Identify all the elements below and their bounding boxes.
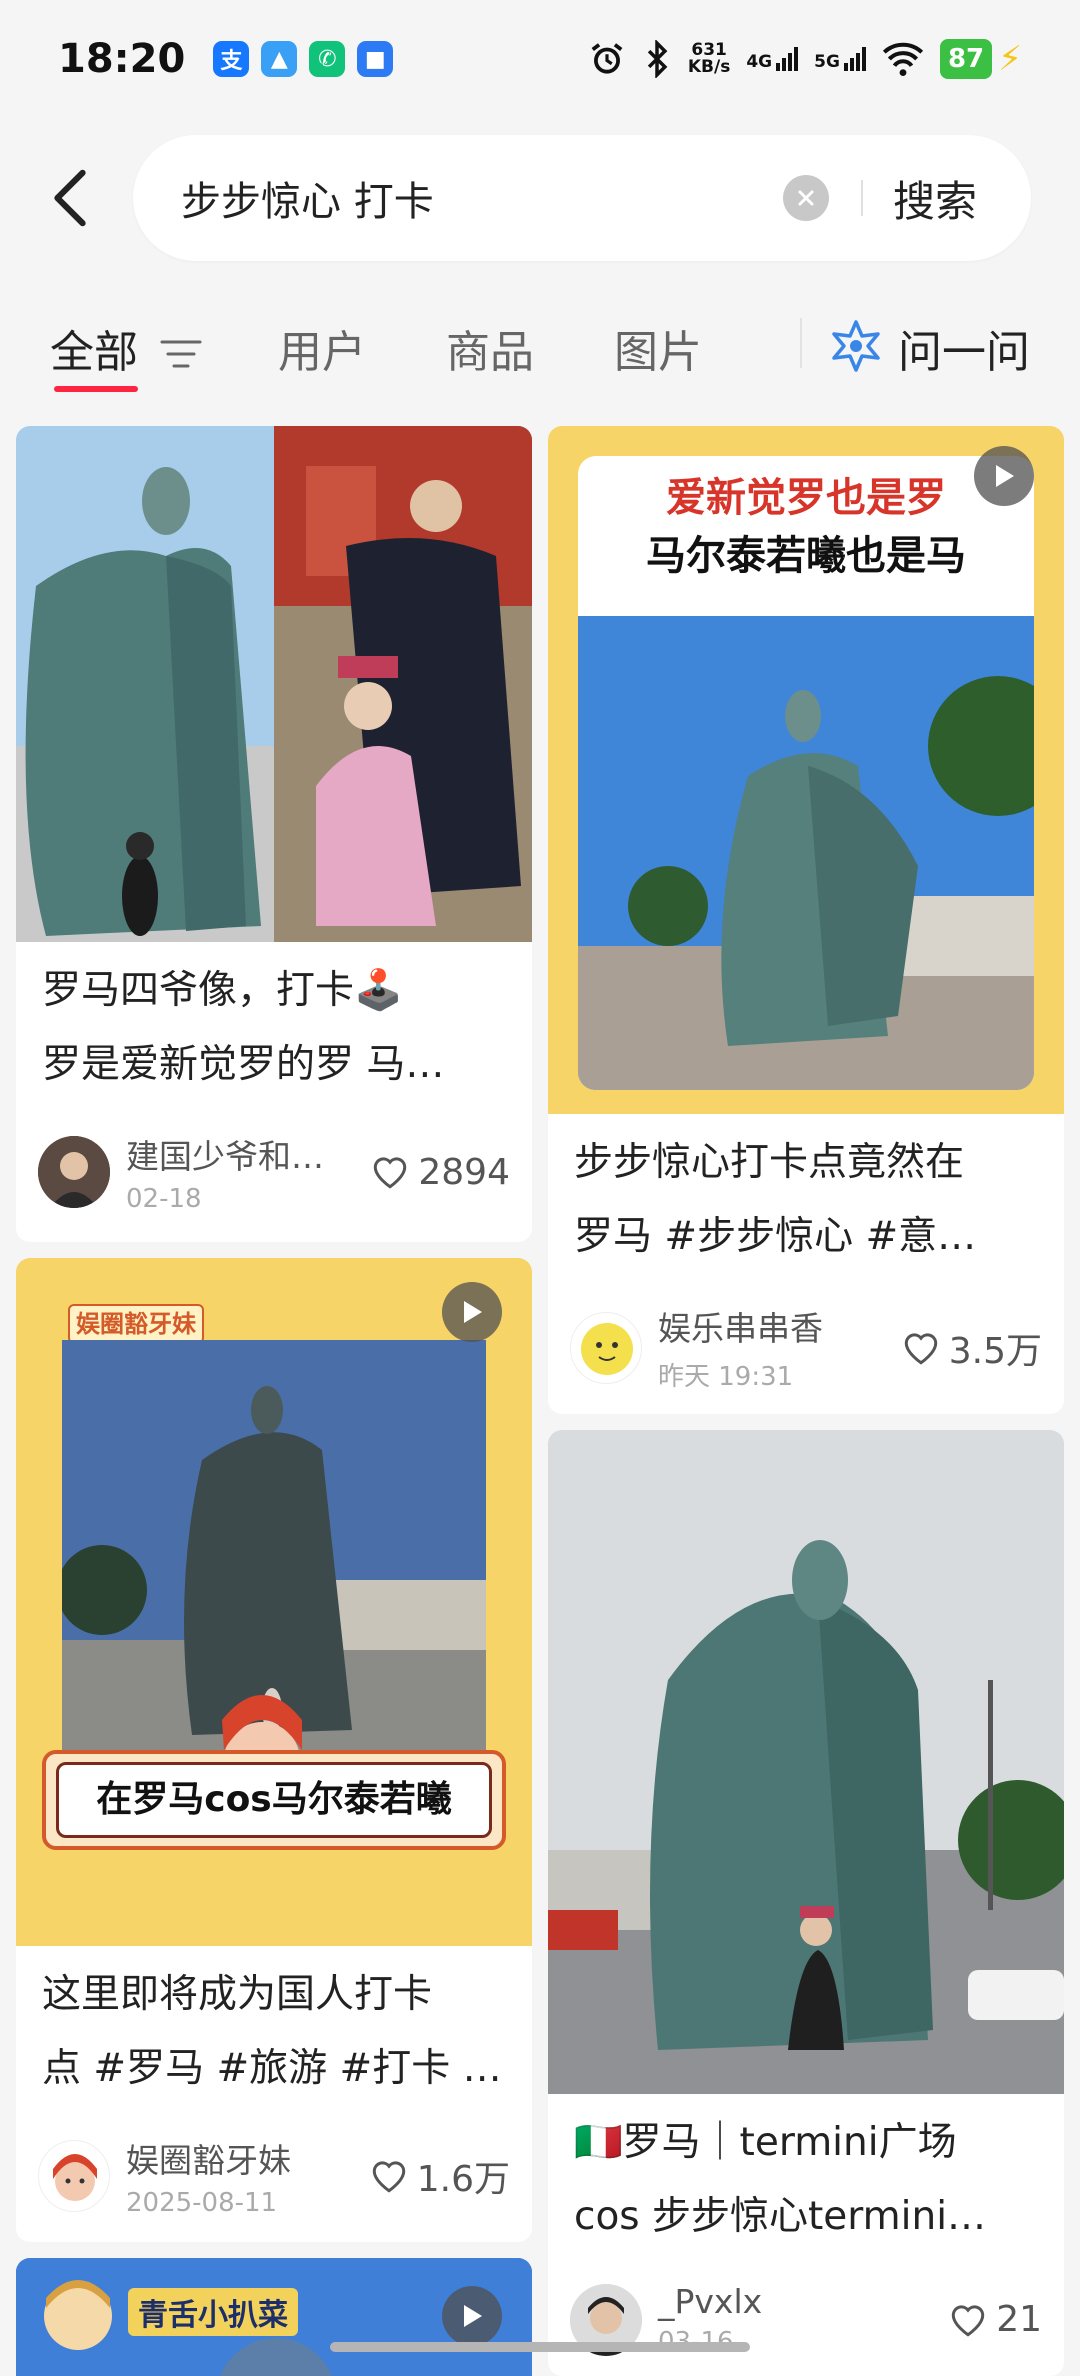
image-caption-line2: 马尔泰若曦也是马	[646, 533, 966, 579]
search-input[interactable]: 步步惊心 打卡 搜索	[133, 135, 1031, 261]
video-play-button[interactable]	[442, 1282, 502, 1342]
note-card[interactable]: 爱新觉罗也是罗 马尔泰若曦也是马 步步惊心打卡点竟然在 罗马 #步步惊心 #意…	[548, 426, 1064, 1414]
filter-tabs: 全部 用户 商品 图片 问一问	[0, 296, 1080, 396]
tab-users[interactable]: 用户	[278, 316, 366, 380]
like-button[interactable]: 21	[948, 2299, 1042, 2340]
avatar[interactable]	[38, 2140, 110, 2212]
author-name[interactable]: 娱圈豁牙妹	[126, 2134, 291, 2182]
search-divider	[861, 180, 863, 216]
heart-icon	[372, 2161, 405, 2193]
note-title: 步步惊心打卡点竟然在 罗马 #步步惊心 #意…	[574, 1140, 977, 1259]
heart-icon	[374, 1157, 407, 1189]
tab-all[interactable]: 全部	[50, 316, 138, 380]
home-indicator[interactable]	[330, 2342, 750, 2352]
tab-products[interactable]: 商品	[446, 316, 534, 380]
network-speed: 631 KB/s	[687, 40, 731, 77]
play-icon	[996, 465, 1014, 487]
image-banner: 在罗马cos马尔泰若曦	[56, 1762, 492, 1838]
note-meta: 娱乐串串香 昨天 19:31 3.5万	[548, 1302, 1064, 1393]
play-icon	[464, 2305, 482, 2327]
image-tag: 娱圈豁牙妹	[68, 1304, 204, 1344]
search-button[interactable]: 搜索	[893, 168, 977, 229]
note-cover-image: 青舌小扒菜	[16, 2258, 532, 2376]
like-count: 3.5万	[948, 1330, 1042, 1372]
note-card[interactable]: 🇮🇹罗马｜termini广场 cos 步步惊心termini… _Pvxlx 0…	[548, 1430, 1064, 2376]
play-icon	[464, 1301, 482, 1323]
note-card[interactable]: 娱圈豁牙妹 在罗马cos马尔泰若曦 这里即将成为国人打卡 点 #罗马 #旅游 #…	[16, 1258, 532, 2242]
like-button[interactable]: 3.5万	[901, 1322, 1042, 1374]
post-date: 02-18	[126, 1184, 202, 1214]
heart-icon	[904, 1332, 937, 1364]
post-date: 昨天 19:31	[658, 1362, 794, 1392]
note-title: 🇮🇹罗马｜termini广场 cos 步步惊心termini…	[574, 2120, 987, 2239]
status-time: 18:20	[58, 36, 186, 82]
note-meta: 娱圈豁牙妹 2025-08-11 1.6万	[16, 2134, 532, 2218]
note-card[interactable]: 青舌小扒菜	[16, 2258, 532, 2376]
alarm-icon	[591, 43, 623, 74]
author-name[interactable]: _Pvxlx	[658, 2282, 762, 2321]
post-date: 2025-08-11	[126, 2188, 278, 2218]
search-header: 步步惊心 打卡 搜索	[0, 130, 1080, 266]
heart-icon	[951, 2304, 985, 2336]
tab-separator	[800, 318, 802, 368]
avatar[interactable]	[570, 1311, 642, 1384]
author-name[interactable]: 建国少爷和…	[126, 1130, 324, 1178]
phone-app-icon: ✆	[309, 41, 346, 77]
status-bar: 18:20 支 ▲ ✆ ■ 631 KB/s 4G 5G 87 ⚡	[0, 0, 1080, 118]
like-count: 1.6万	[416, 2159, 510, 2200]
battery-level: 87	[939, 39, 993, 79]
author-name[interactable]: 娱乐串串香	[658, 1302, 823, 1350]
note-card[interactable]: 罗马四爷像，打卡🕹️ 罗是爱新觉罗的罗 马… 建国少爷和… 02-18 2894	[16, 426, 532, 1242]
like-button[interactable]: 2894	[370, 1152, 510, 1193]
filter-icon[interactable]	[160, 336, 202, 372]
note-cover-image: 娱圈豁牙妹 在罗马cos马尔泰若曦	[16, 1258, 532, 1946]
message-app-icon: ■	[357, 41, 394, 77]
note-cover-image: 爱新觉罗也是罗 马尔泰若曦也是马	[548, 426, 1064, 1114]
alipay-icon: 支	[213, 41, 250, 77]
like-count: 21	[996, 2299, 1042, 2340]
close-icon	[798, 190, 814, 206]
note-cover-image	[16, 426, 532, 942]
back-arrow-icon	[54, 169, 86, 227]
image-caption-line1: 爱新觉罗也是罗	[666, 475, 946, 521]
signal-5g: 5G	[814, 47, 866, 71]
tab-images[interactable]: 图片	[614, 316, 702, 380]
active-tab-indicator	[54, 386, 138, 392]
avatar[interactable]	[38, 1136, 110, 1208]
tab-ask[interactable]: 问一问	[898, 316, 1030, 380]
clear-search-button[interactable]	[783, 175, 829, 221]
note-meta: 建国少爷和… 02-18 2894	[16, 1130, 532, 1214]
back-button[interactable]	[20, 148, 120, 248]
search-query: 步步惊心 打卡	[181, 179, 434, 225]
note-title: 罗马四爷像，打卡🕹️ 罗是爱新觉罗的罗 马…	[42, 968, 445, 1087]
signal-4g: 4G	[746, 47, 799, 71]
like-button[interactable]: 1.6万	[369, 2150, 510, 2202]
video-play-button[interactable]	[442, 2286, 502, 2346]
video-play-button[interactable]	[974, 446, 1034, 506]
note-cover-image	[548, 1430, 1064, 2094]
app-notification-icon: ▲	[261, 41, 298, 77]
ai-sparkle-icon	[832, 320, 880, 372]
charging-icon: ⚡	[998, 39, 1022, 79]
image-tag: 青舌小扒菜	[128, 2288, 298, 2336]
like-count: 2894	[418, 1151, 510, 1193]
wifi-icon	[882, 42, 924, 76]
bluetooth-icon	[647, 40, 668, 78]
note-title: 这里即将成为国人打卡 点 #罗马 #旅游 #打卡 …	[42, 1972, 502, 2091]
